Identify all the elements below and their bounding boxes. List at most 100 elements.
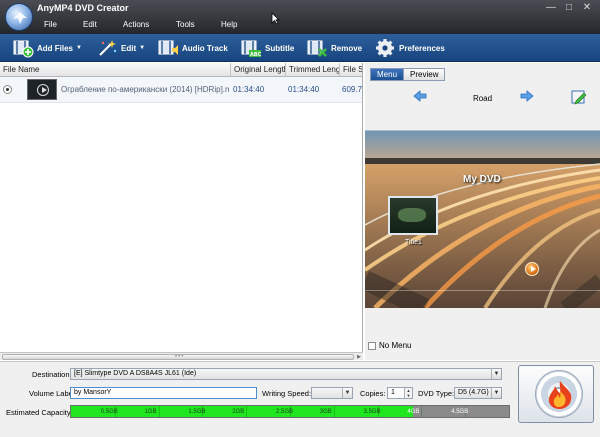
edit-menu-pencil-icon[interactable] [571, 89, 587, 105]
menu-preview-canvas: My DVD Title1 [365, 130, 600, 308]
burn-button[interactable] [518, 365, 594, 423]
preferences-label: Preferences [399, 43, 445, 53]
audio-track-label: Audio Track [182, 43, 228, 53]
column-file-name[interactable]: File Name [0, 63, 231, 77]
tab-preview[interactable]: Preview [404, 68, 446, 81]
edit-label: Edit [121, 43, 137, 53]
capacity-tick-mark [421, 406, 423, 417]
menu-help[interactable]: Help [221, 20, 237, 29]
capacity-tick-label: 4GB [407, 409, 420, 415]
capacity-tick-label: 3GB [319, 409, 332, 415]
burn-disc-icon [535, 370, 583, 418]
remove-button[interactable]: Remove [306, 38, 362, 58]
file-list-header: File Name Original Length Trimmed Length… [0, 63, 362, 77]
copies-value: 1 [391, 389, 395, 396]
close-button[interactable]: ✕ [580, 2, 594, 14]
flame-icon [548, 381, 572, 409]
menu-edit[interactable]: Edit [83, 20, 97, 29]
dvd-menu-title[interactable]: My DVD [463, 174, 501, 185]
file-list: File Name Original Length Trimmed Length… [0, 63, 363, 352]
original-length-cell: 01:34:40 [233, 85, 265, 94]
menu-file[interactable]: File [44, 20, 57, 29]
table-row[interactable]: Ограбление по-американски (2014) [HDRip]… [0, 77, 362, 103]
toolbar: Add Files ▼ Edit ▼ Audio Track ABC Subti… [0, 34, 600, 62]
capacity-tick-label: 4.5GB [451, 409, 469, 415]
preferences-button[interactable]: Preferences [374, 38, 445, 58]
capacity-tick-label: 2GB [232, 409, 245, 415]
subtitle-button[interactable]: ABC Subtitle [240, 38, 294, 58]
copies-label: Copies: [360, 389, 386, 398]
template-navigator: Road [365, 87, 600, 107]
app-title: AnyMP4 DVD Creator [37, 3, 129, 13]
next-template-arrow-icon[interactable] [520, 90, 534, 102]
trimmed-length-cell: 01:34:40 [288, 85, 320, 94]
no-menu-checkbox[interactable] [368, 341, 376, 350]
volume-label-value: by MansorY [74, 389, 112, 396]
title-bar: AnyMP4 DVD Creator File Edit Actions Too… [0, 0, 600, 34]
menu-actions[interactable]: Actions [123, 20, 149, 29]
capacity-tick-label: 1.5GB [188, 409, 206, 415]
chevron-down-icon: ▼ [139, 45, 146, 51]
horizontal-scrollbar[interactable]: ••• ▶ [0, 352, 363, 360]
writing-speed-select[interactable]: ▼ [311, 387, 353, 399]
menu-tools[interactable]: Tools [176, 20, 195, 29]
svg-text:ABC: ABC [250, 52, 262, 58]
film-subtitle-icon: ABC [241, 40, 262, 58]
no-menu-label: No Menu [379, 341, 412, 350]
remove-label: Remove [331, 43, 363, 53]
gear-icon [376, 39, 394, 57]
column-file-size[interactable]: File Size [340, 63, 362, 77]
writing-speed-label: Writing Speed: [262, 389, 312, 398]
previous-template-arrow-icon[interactable] [413, 90, 427, 102]
app-logo-icon [5, 3, 33, 31]
play-button-icon[interactable] [525, 262, 539, 276]
output-settings: Destination: [E] Slimtype DVD A DS8A4S J… [0, 361, 600, 437]
dvd-type-label: DVD Type: [418, 389, 455, 398]
copies-stepper[interactable]: 1 ▲ ▼ [387, 387, 413, 399]
destination-label: Destination: [32, 370, 72, 379]
dvd-type-select[interactable]: D5 (4.7G) ▼ [454, 387, 502, 399]
maximize-button[interactable]: □ [562, 2, 576, 14]
film-add-icon [13, 40, 34, 58]
chapter-title-label[interactable]: Title1 [405, 239, 422, 246]
audio-track-button[interactable]: Audio Track [157, 38, 228, 58]
tab-menu[interactable]: Menu [370, 68, 405, 81]
capacity-tick-label: 3.5GB [363, 409, 381, 415]
template-name: Road [472, 94, 493, 103]
edit-button[interactable]: Edit ▼ [96, 38, 145, 58]
add-files-button[interactable]: Add Files ▼ [12, 38, 82, 58]
chevron-down-icon: ▼ [76, 45, 82, 51]
capacity-tick-mark [158, 406, 160, 417]
dvd-type-value: D5 (4.7G) [458, 389, 489, 396]
file-name-cell: Ограбление по-американски (2014) [HDRip]… [61, 85, 229, 94]
magic-wand-icon [99, 40, 117, 56]
menu-panel: Menu Preview Road My DVD Title1 No Menu [365, 63, 600, 360]
film-audio-icon [158, 40, 178, 55]
grip-icon: ••• [175, 354, 185, 360]
play-icon [37, 84, 49, 96]
add-files-label: Add Files [37, 43, 74, 53]
subtitle-label: Subtitle [265, 43, 295, 53]
minimize-button[interactable]: — [544, 2, 558, 14]
scroll-right-arrow-icon[interactable]: ▶ [355, 354, 363, 360]
scrollbar-thumb[interactable]: ••• [2, 354, 354, 360]
chapter-thumbnail[interactable] [388, 196, 438, 235]
capacity-tick-label: 0.5GB [100, 409, 118, 415]
film-remove-icon [307, 40, 327, 57]
volume-label-input[interactable]: by MansorY [70, 387, 257, 399]
capacity-bar: 0.5GB 1GB 1.5GB 2GB 2.5GB 3GB 3.5GB 4GB 4.5GB [70, 405, 510, 418]
chevron-down-icon[interactable]: ▼ [491, 388, 501, 398]
menu-panel-tabs: Menu Preview [370, 68, 446, 81]
spin-arrows-icon[interactable]: ▲ ▼ [404, 388, 412, 398]
mouse-cursor-icon [271, 12, 280, 25]
column-original-length[interactable]: Original Length [231, 63, 286, 77]
capacity-tick-label: 1GB [144, 409, 157, 415]
capacity-tick-label: 2.5GB [276, 409, 294, 415]
no-menu-option[interactable]: No Menu [368, 341, 411, 350]
destination-select[interactable]: [E] Slimtype DVD A DS8A4S JL61 (Ide) ▼ [70, 368, 502, 380]
chevron-down-icon[interactable]: ▼ [342, 388, 352, 398]
column-trimmed-length[interactable]: Trimmed Length [286, 63, 340, 77]
chevron-down-icon[interactable]: ▼ [491, 369, 501, 379]
row-select-radio[interactable] [3, 85, 12, 94]
capacity-tick-mark [333, 406, 335, 417]
